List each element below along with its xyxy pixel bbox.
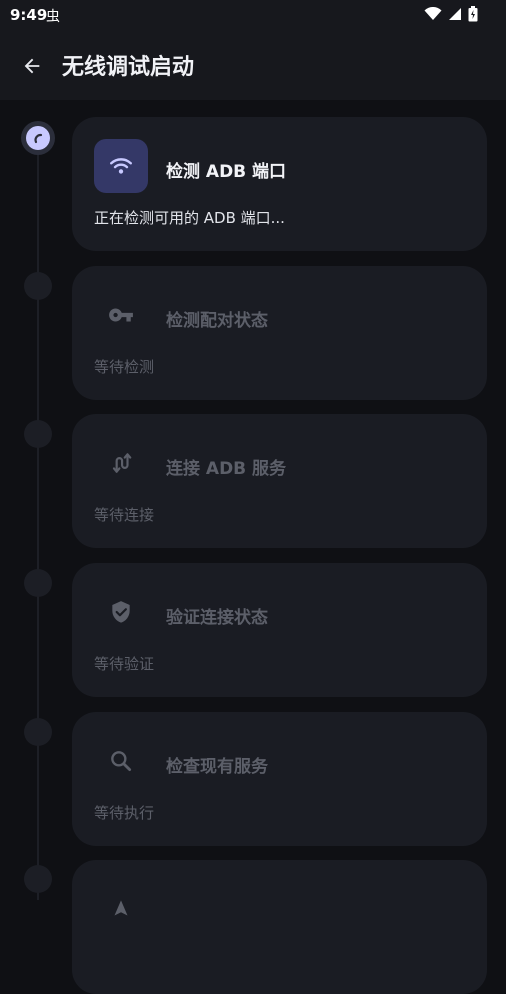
wifi-icon xyxy=(424,7,442,20)
status-time: 9:49 xyxy=(10,6,48,24)
wifi-icon xyxy=(110,158,132,174)
progress-indicator xyxy=(26,126,50,150)
step-status: 等待验证 xyxy=(94,655,155,673)
step-status: 正在检测可用的 ADB 端口... xyxy=(94,209,285,227)
debug-icon: 虫 xyxy=(46,9,60,25)
back-button[interactable] xyxy=(16,50,48,82)
step-status: 等待检测 xyxy=(94,358,155,376)
app-bar: 无线调试启动 xyxy=(0,30,506,100)
step-title: 检查现有服务 xyxy=(166,757,268,777)
signal-icon xyxy=(449,8,461,20)
step-title: 检测 ADB 端口 xyxy=(166,162,287,182)
search-icon xyxy=(111,751,132,772)
step-icon-box xyxy=(94,139,148,193)
arrow-back-icon xyxy=(24,58,40,74)
step-card-connect-adb: 连接 ADB 服务 等待连接 xyxy=(72,414,487,548)
timeline-dot-active xyxy=(21,121,55,155)
timeline-dot xyxy=(24,272,52,300)
step-card-pairing-status: 检测配对状态 等待检测 xyxy=(72,266,487,400)
timeline-line xyxy=(37,140,39,900)
step-status: 等待连接 xyxy=(94,506,155,524)
key-icon xyxy=(109,308,133,322)
battery-icon xyxy=(468,6,478,22)
step-card-check-services: 检查现有服务 等待执行 xyxy=(72,712,487,846)
timeline-dot xyxy=(24,420,52,448)
step-title: 连接 ADB 服务 xyxy=(166,459,287,479)
step-status: 等待执行 xyxy=(94,804,155,822)
timeline-dot xyxy=(24,718,52,746)
step-card-detect-port: 检测 ADB 端口 正在检测可用的 ADB 端口... xyxy=(72,117,487,251)
swap-icon xyxy=(112,453,132,473)
step-title: 检测配对状态 xyxy=(166,311,268,331)
status-bar: 9:49 虫 xyxy=(0,0,506,30)
step-card-next xyxy=(72,860,487,994)
shield-check-icon xyxy=(112,601,130,623)
timeline-dot xyxy=(24,569,52,597)
timeline-dot xyxy=(24,865,52,893)
step-icon-box xyxy=(94,882,148,936)
system-icons xyxy=(424,6,478,22)
step-title: 验证连接状态 xyxy=(166,608,268,628)
step-card-verify-connection: 验证连接状态 等待验证 xyxy=(72,563,487,697)
step-icon-box xyxy=(94,585,148,639)
page-title: 无线调试启动 xyxy=(62,55,195,80)
step-icon-box xyxy=(94,734,148,788)
step-icon-box xyxy=(94,436,148,490)
step-icon-box xyxy=(94,288,148,342)
